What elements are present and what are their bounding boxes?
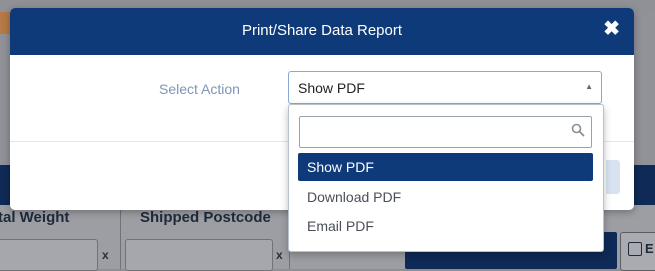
- caret-up-icon: ▲: [585, 82, 593, 91]
- modal-footer-button[interactable]: [606, 160, 620, 194]
- options-search-input[interactable]: [299, 116, 592, 148]
- select-action-dropdown[interactable]: Show PDF ▲: [288, 71, 602, 104]
- modal-title: Print/Share Data Report: [241, 22, 403, 39]
- clear-filter-icon[interactable]: x: [102, 248, 109, 262]
- column-header-total-weight: tal Weight: [0, 209, 70, 226]
- column-divider: [120, 205, 121, 269]
- option-download-pdf[interactable]: Download PDF: [298, 183, 593, 211]
- search-icon: [571, 123, 585, 137]
- modal-header: Print/Share Data Report ✖: [10, 8, 634, 55]
- select-options-panel: Show PDF Download PDF Email PDF: [288, 104, 604, 252]
- select-action-label: Select Action: [159, 81, 240, 97]
- select-current-value: Show PDF: [298, 80, 365, 96]
- filter-input-total-weight[interactable]: [0, 239, 98, 271]
- option-email-pdf[interactable]: Email PDF: [298, 212, 593, 240]
- checkbox-icon: [628, 242, 642, 256]
- clear-filter-icon[interactable]: x: [276, 248, 283, 262]
- close-icon[interactable]: ✖: [603, 19, 620, 39]
- background-button-label-fragment: E: [645, 241, 654, 256]
- column-header-shipped-postcode: Shipped Postcode: [140, 209, 271, 226]
- option-show-pdf[interactable]: Show PDF: [298, 153, 593, 181]
- filter-input-postcode[interactable]: [125, 239, 273, 271]
